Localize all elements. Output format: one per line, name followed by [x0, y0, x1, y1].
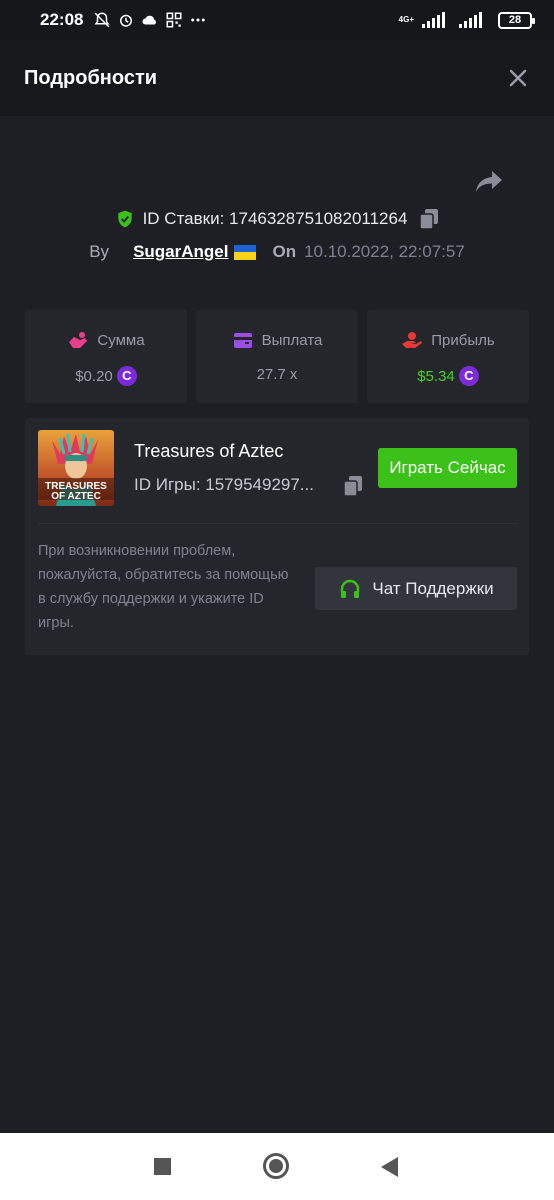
- bet-id-row: ID Ставки: 1746328751082011264: [0, 205, 554, 233]
- network-type: 4G+: [398, 15, 414, 24]
- profit-hand-icon: [402, 332, 423, 348]
- headphones-icon: [341, 579, 360, 598]
- coin-icon: C: [116, 366, 137, 386]
- close-icon[interactable]: [506, 66, 530, 90]
- battery-icon: 28: [498, 11, 535, 29]
- ukraine-flag-icon: [234, 244, 257, 260]
- support-chat-label: Чат Поддержки: [372, 578, 494, 598]
- page-title: Подробности: [24, 66, 158, 89]
- stat-amount-value: $0.20: [75, 367, 113, 385]
- bet-author-row: By SugarAngel On 10.10.2022, 22:07:57: [0, 239, 554, 265]
- verified-shield-icon: [117, 210, 132, 228]
- status-bar: 22:08 4G+ 28: [0, 0, 554, 40]
- stat-profit-value: $5.34: [417, 367, 455, 385]
- copy-icon[interactable]: [419, 208, 439, 230]
- home-button[interactable]: [263, 1153, 289, 1179]
- game-title: Treasures of Aztec: [134, 441, 284, 461]
- back-button[interactable]: [381, 1157, 398, 1177]
- more-dots-icon: [191, 18, 206, 22]
- play-now-button[interactable]: Играть Сейчас: [378, 448, 517, 488]
- mute-bell-icon: [95, 12, 110, 28]
- details-header: Подробности: [0, 40, 554, 116]
- username-link[interactable]: SugarAngel: [133, 242, 228, 262]
- stat-payout-label: Выплата: [261, 331, 323, 349]
- game-thumb-text: TREASURES OF AZTEC: [45, 481, 107, 502]
- bet-date: 10.10.2022, 22:07:57: [304, 242, 465, 261]
- bet-id: ID Ставки: 1746328751082011264: [142, 209, 408, 228]
- stat-profit-label: Прибыль: [431, 331, 495, 349]
- wallet-icon: [233, 333, 252, 348]
- qr-icon: [166, 12, 182, 28]
- copy-icon[interactable]: [343, 475, 363, 497]
- game-thumbnail[interactable]: TREASURES OF AZTEC: [38, 430, 114, 506]
- by-label: By: [89, 242, 110, 261]
- stat-amount: Сумма $0.20 C: [25, 310, 187, 403]
- bet-hand-icon: [69, 332, 88, 348]
- game-id: ID Игры: 1579549297...: [134, 475, 314, 494]
- cloud-icon: [142, 15, 157, 25]
- on-label: On: [272, 242, 297, 261]
- coin-icon: C: [458, 366, 479, 386]
- signal-icon: [459, 12, 482, 28]
- system-nav-bar: [0, 1133, 554, 1200]
- alarm-icon: [120, 14, 133, 27]
- help-text: При возникновении проблем, пожалуйста, о…: [38, 543, 289, 631]
- stat-amount-label: Сумма: [97, 331, 145, 349]
- signal-icon: [422, 12, 445, 28]
- stat-payout-value: 27.7 x: [256, 366, 298, 383]
- stat-payout: Выплата 27.7 x: [196, 310, 358, 403]
- share-icon[interactable]: [474, 167, 504, 195]
- status-time: 22:08: [40, 10, 84, 29]
- support-chat-button[interactable]: Чат Поддержки: [315, 567, 517, 610]
- divider: [38, 523, 517, 524]
- stat-profit: Прибыль $5.34 C: [367, 310, 529, 403]
- game-card: TREASURES OF AZTEC Treasures of Aztec ID…: [25, 418, 529, 655]
- recent-apps-button[interactable]: [154, 1158, 171, 1175]
